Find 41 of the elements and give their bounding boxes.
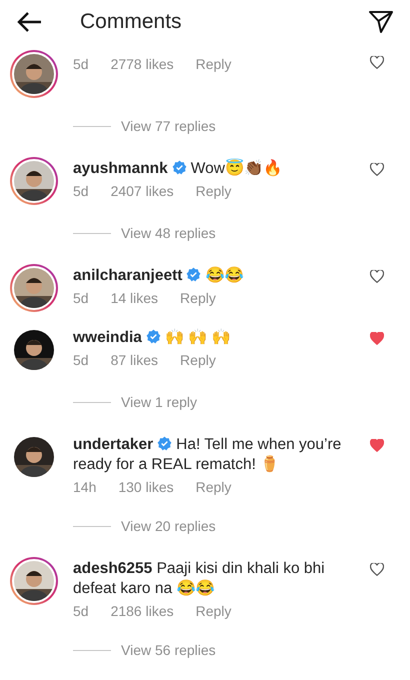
story-ring[interactable] (10, 264, 58, 312)
heart-icon[interactable] (370, 56, 384, 69)
likes-count[interactable]: 87 likes (110, 350, 158, 371)
comment-text: undertaker Ha! Tell me when you’re ready for a REAL rematch! ⚱ (73, 435, 342, 475)
comment-text: wweindia 🙌 🙌 🙌 (73, 328, 232, 348)
heart-icon[interactable] (370, 270, 384, 283)
reply-link[interactable]: Reply (196, 601, 232, 622)
reply-link[interactable]: Reply (196, 181, 232, 202)
back-arrow-icon[interactable] (16, 11, 42, 33)
comment-time: 14h (73, 478, 96, 497)
reply-link[interactable]: Reply (196, 54, 232, 75)
view-replies-link[interactable]: View 56 replies (121, 640, 216, 661)
likes-count[interactable]: 2778 likes (110, 54, 174, 75)
story-ring[interactable] (10, 557, 58, 605)
send-icon[interactable] (368, 10, 394, 34)
heart-icon[interactable] (370, 163, 384, 176)
reply-link[interactable]: Reply (180, 288, 216, 309)
comment-time: 5d (73, 55, 89, 74)
heart-icon[interactable] (370, 563, 384, 576)
comment-time: 5d (73, 602, 89, 621)
view-replies-link[interactable]: View 77 replies (121, 116, 216, 137)
story-ring[interactable] (10, 157, 58, 205)
comment-text: adesh6255 Paaji kisi din khali ko bhi defeat karo na 😂😂 (73, 559, 326, 599)
view-replies-link[interactable]: View 20 replies (121, 516, 216, 537)
comment-text: anilcharanjeett 😂😂 (73, 266, 244, 286)
comment-text: ayushmannk Wow😇👏🏾🔥 (73, 159, 283, 179)
view-replies-link[interactable]: View 1 reply (121, 392, 198, 413)
reply-link[interactable]: Reply (180, 350, 216, 371)
story-ring[interactable] (10, 50, 58, 98)
comment-time: 5d (73, 351, 89, 370)
view-replies-link[interactable]: View 48 replies (121, 223, 216, 244)
heart-icon[interactable] (370, 439, 384, 452)
likes-count[interactable]: 130 likes (118, 477, 174, 498)
likes-count[interactable]: 14 likes (110, 288, 158, 309)
heart-icon[interactable] (370, 332, 384, 345)
header-title: Comments (80, 9, 182, 36)
likes-count[interactable]: 2186 likes (110, 601, 174, 622)
reply-link[interactable]: Reply (196, 477, 232, 498)
comment-time: 5d (73, 182, 89, 201)
comment-time: 5d (73, 289, 89, 308)
likes-count[interactable]: 2407 likes (110, 181, 174, 202)
